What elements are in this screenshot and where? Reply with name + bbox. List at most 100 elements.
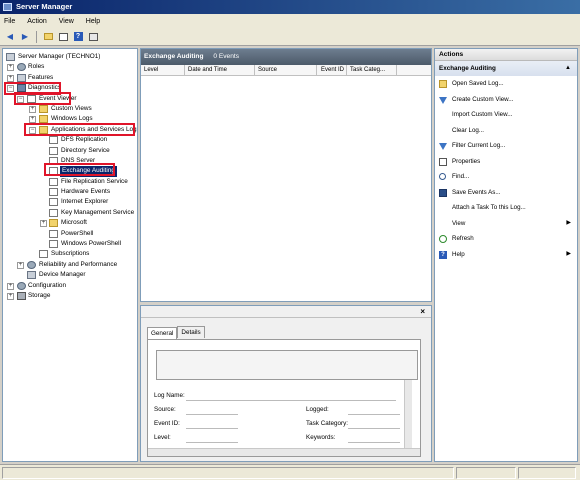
event-description-box[interactable] (156, 350, 418, 380)
column-source[interactable]: Source (255, 65, 317, 75)
tree-item-microsoft[interactable]: + Microsoft (3, 218, 137, 228)
tree-item-configuration[interactable]: + Configuration (3, 281, 137, 291)
tree-item-roles[interactable]: + Roles (3, 62, 137, 72)
submenu-arrow-icon: ▶ (566, 250, 571, 257)
show-hide-tree-icon[interactable] (57, 31, 69, 43)
highlight-box-applications-and-services-logs (24, 123, 135, 136)
action-label: Attach a Task To this Log... (452, 204, 526, 211)
action-save-events-as[interactable]: Save Events As... (435, 185, 577, 201)
vertical-scrollbar[interactable] (404, 380, 412, 456)
logged-label: Logged: (306, 406, 329, 413)
tree-item-reliability-and-performance[interactable]: + Reliability and Performance (3, 260, 137, 270)
action-create-custom-view[interactable]: Create Custom View... (435, 92, 577, 108)
storage-icon (17, 291, 26, 300)
tree-item-label: Reliability and Performance (39, 260, 118, 268)
action-import-custom-view[interactable]: Import Custom View... (435, 107, 577, 123)
expand-icon[interactable]: + (17, 261, 24, 269)
tree-item-label: Hardware Events (61, 188, 111, 196)
column-level[interactable]: Level (141, 65, 185, 75)
log-icon (49, 136, 58, 145)
expand-icon[interactable]: + (40, 220, 47, 228)
up-folder-icon[interactable] (42, 31, 54, 43)
folder-icon (39, 104, 48, 113)
column-date-and-time[interactable]: Date and Time (185, 65, 255, 75)
status-cell-2 (456, 467, 516, 479)
keywords-value (348, 442, 400, 443)
action-open-saved-log[interactable]: Open Saved Log... (435, 76, 577, 92)
close-icon[interactable]: × (420, 306, 425, 318)
event-list-body[interactable] (141, 76, 431, 301)
menu-file[interactable]: File (4, 18, 15, 25)
action-label: Refresh (452, 235, 474, 242)
back-arrow-icon[interactable]: ◀ (4, 31, 16, 43)
expand-icon[interactable]: + (7, 282, 14, 290)
menu-help[interactable]: Help (86, 18, 100, 25)
log-icon (49, 229, 58, 238)
tree-item-internet-explorer[interactable]: Internet Explorer (3, 197, 137, 207)
tree-item-label: Configuration (28, 281, 67, 289)
expand-icon[interactable]: + (7, 292, 14, 300)
tree-item-label: Subscriptions (51, 250, 90, 258)
column-task-category[interactable]: Task Categ... (347, 65, 397, 75)
tree-item-server-manager[interactable]: Server Manager (TECHNO1) (3, 52, 137, 62)
tree-item-label: Key Management Service (61, 208, 135, 216)
tree-item-key-management-service[interactable]: Key Management Service (3, 208, 137, 218)
tree-item-windows-powershell[interactable]: Windows PowerShell (3, 239, 137, 249)
tab-details[interactable]: Details (177, 326, 205, 338)
tree-item-directory-service[interactable]: Directory Service (3, 146, 137, 156)
action-properties[interactable]: Properties (435, 154, 577, 170)
server-icon (6, 53, 15, 61)
actions-header: Actions (435, 49, 577, 61)
tab-general[interactable]: General (147, 327, 178, 339)
log-title: Exchange Auditing (144, 53, 204, 60)
event-count: 0 Events (213, 53, 239, 60)
log-icon (49, 240, 58, 249)
log-icon (49, 198, 58, 207)
event-list-header: Exchange Auditing 0 Events (141, 49, 431, 65)
tree-item-hardware-events[interactable]: Hardware Events (3, 187, 137, 197)
actions-section-exchange-auditing[interactable]: Exchange Auditing ▲ (435, 61, 577, 76)
event-table-header: Level Date and Time Source Event ID Task… (141, 65, 431, 76)
expand-icon[interactable]: + (7, 74, 14, 82)
expand-icon[interactable]: + (29, 105, 36, 113)
expand-icon[interactable]: + (7, 64, 14, 72)
tree-item-label: Internet Explorer (61, 198, 109, 206)
menu-action[interactable]: Action (27, 18, 46, 25)
tree-item-custom-views[interactable]: + Custom Views (3, 104, 137, 114)
tree-item-dfs-replication[interactable]: DFS Replication (3, 135, 137, 145)
show-hide-action-pane-icon[interactable] (87, 31, 99, 43)
action-clear-log[interactable]: Clear Log... (435, 123, 577, 139)
log-icon (49, 208, 58, 217)
actions-pane: Actions Exchange Auditing ▲ Open Saved L… (434, 48, 578, 462)
status-cell-3 (518, 467, 576, 479)
action-view[interactable]: View ▶ (435, 216, 577, 232)
collapse-caret-icon[interactable]: ▲ (565, 61, 571, 76)
level-label: Level: (154, 434, 171, 441)
action-attach-task[interactable]: Attach a Task To this Log... (435, 200, 577, 216)
tree-item-device-manager[interactable]: Device Manager (3, 270, 137, 280)
level-value (186, 442, 238, 443)
tree-item-powershell[interactable]: PowerShell (3, 229, 137, 239)
help-icon[interactable]: ? (72, 31, 84, 43)
task-category-value (348, 428, 400, 429)
forward-arrow-icon[interactable]: ▶ (19, 31, 31, 43)
action-filter-current-log[interactable]: Filter Current Log... (435, 138, 577, 154)
toolbar: ◀ ▶ ? (0, 28, 580, 46)
event-id-value (186, 428, 238, 429)
action-refresh[interactable]: Refresh (435, 231, 577, 247)
action-label: Properties (452, 157, 481, 165)
tree-item-label: Roles (28, 63, 45, 71)
logged-value (348, 414, 400, 415)
task-category-label: Task Category: (306, 420, 348, 427)
action-help[interactable]: ? Help ▶ (435, 247, 577, 263)
save-icon (439, 188, 447, 197)
tree-item-storage[interactable]: + Storage (3, 291, 137, 301)
tree-item-file-replication-service[interactable]: File Replication Service (3, 177, 137, 187)
tree-item-label: DFS Replication (61, 136, 108, 144)
tree-item-subscriptions[interactable]: Subscriptions (3, 249, 137, 259)
column-event-id[interactable]: Event ID (317, 65, 347, 75)
menu-view[interactable]: View (59, 18, 74, 25)
horizontal-scrollbar[interactable] (148, 448, 420, 456)
action-find[interactable]: Find... (435, 169, 577, 185)
help-icon: ? (439, 250, 447, 259)
